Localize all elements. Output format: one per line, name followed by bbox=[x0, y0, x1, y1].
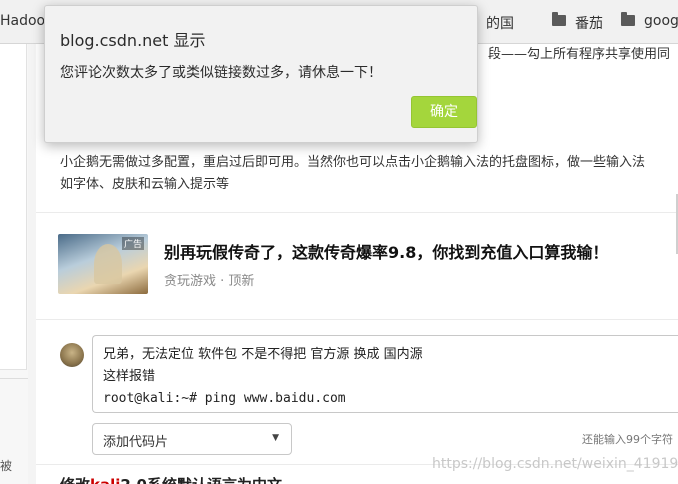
add-code-snippet-select[interactable]: 添加代码片 ▼ bbox=[92, 423, 292, 455]
divider bbox=[36, 212, 678, 213]
article-paragraph-line: 如字体、皮肤和云输入提示等 bbox=[60, 177, 230, 192]
article-paragraph: 小企鹅无需做过多配置，重启过后即可用。当然你也可以点击小企鹅输入法的托盘图标，做… bbox=[60, 152, 678, 196]
next-title-prefix: 修改 bbox=[60, 476, 90, 484]
alert-dialog: blog.csdn.net 显示 您评论次数太多了或类似链接数过多，请休息一下！… bbox=[44, 5, 478, 143]
ok-button[interactable]: 确定 bbox=[411, 96, 477, 128]
bookmark-item-partial[interactable]: 的国 bbox=[486, 13, 514, 33]
comment-line: root@kali:~# ping www.baidu.com bbox=[103, 391, 346, 406]
sidebar-card bbox=[0, 44, 27, 370]
ad-badge: 广告 bbox=[121, 237, 144, 250]
sidebar-text: 被 bbox=[0, 459, 13, 473]
divider bbox=[36, 319, 678, 320]
char-remaining: 还能输入99个字符 bbox=[582, 433, 673, 446]
bookmark-folder-google[interactable]: goog bbox=[644, 13, 678, 29]
comment-line: 兄弟，无法定位 软件包 不是不得把 官方源 换成 国内源 bbox=[103, 347, 423, 362]
sidebar-divider bbox=[0, 378, 28, 379]
article-top-snippet: 段——勾上所有程序共享使用同 bbox=[488, 47, 671, 62]
ad-thumbnail[interactable]: 广告 bbox=[58, 234, 148, 294]
bookmark-item-hadoop[interactable]: Hadoo bbox=[0, 13, 45, 29]
watermark: https://blog.csdn.net/weixin_41919236 bbox=[432, 456, 678, 472]
article-paragraph-line: 小企鹅无需做过多配置，重启过后即可用。当然你也可以点击小企鹅输入法的托盘图标，做… bbox=[60, 155, 646, 170]
next-title-suffix: 2.0系统默认语言为中文 bbox=[120, 476, 282, 484]
avatar bbox=[60, 343, 84, 367]
comment-line: 这样报错 bbox=[103, 369, 156, 384]
ad-meta: 贪玩游戏 · 顶新 bbox=[164, 274, 255, 289]
left-sidebar: 被 bbox=[0, 44, 28, 484]
dialog-title: blog.csdn.net 显示 bbox=[60, 31, 206, 50]
next-article-title[interactable]: 修改kali2.0系统默认语言为中文 bbox=[60, 474, 282, 484]
select-label: 添加代码片 bbox=[103, 435, 169, 450]
dialog-message: 您评论次数太多了或类似链接数过多，请休息一下！ bbox=[60, 65, 382, 81]
folder-icon bbox=[621, 12, 635, 26]
comment-input[interactable]: 兄弟，无法定位 软件包 不是不得把 官方源 换成 国内源 这样报错 root@k… bbox=[92, 335, 678, 413]
folder-icon bbox=[552, 12, 566, 26]
ad-title[interactable]: 别再玩假传奇了，这款传奇爆率9.8，你找到充值入口算我输！ bbox=[164, 239, 608, 263]
bookmark-folder-fanqie[interactable]: 番茄 bbox=[575, 13, 603, 33]
chevron-down-icon: ▼ bbox=[272, 433, 279, 443]
next-title-highlight: kali bbox=[90, 476, 120, 484]
